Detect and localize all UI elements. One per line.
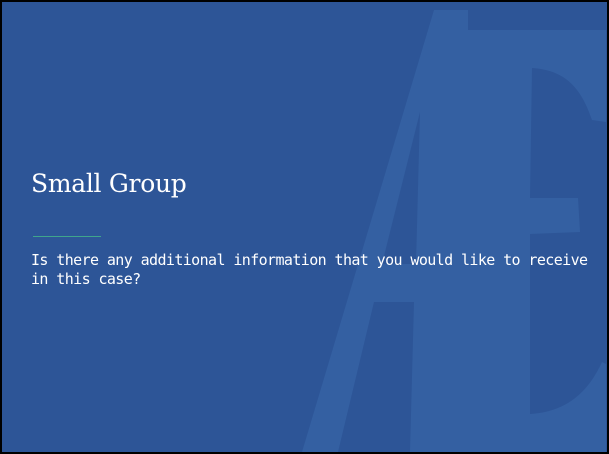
slide: Small Group Is there any additional info… — [2, 2, 607, 452]
slide-body-text: Is there any additional information that… — [31, 251, 588, 288]
title-divider — [33, 236, 101, 237]
ae-monogram-icon — [302, 10, 606, 452]
slide-title: Small Group — [31, 169, 187, 198]
